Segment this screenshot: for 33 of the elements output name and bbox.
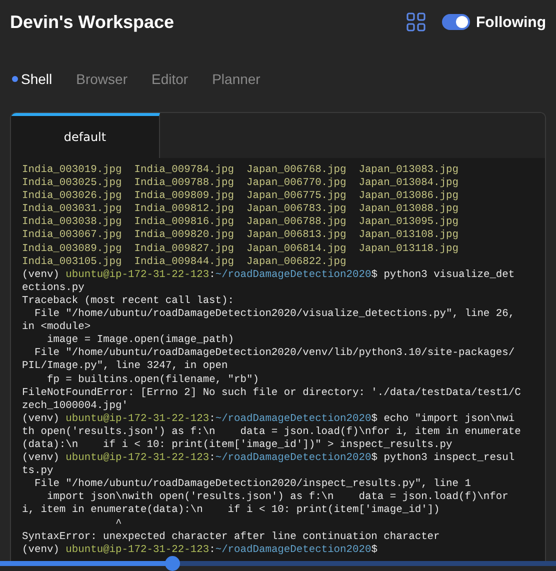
- terminal-line: India_003105.jpg India_009844.jpg Japan_006822.jpg: [22, 256, 348, 269]
- workspace-title: Devin's Workspace: [10, 12, 174, 32]
- following-label: Following: [476, 14, 546, 30]
- terminal-line: ^: [114, 518, 123, 531]
- terminal-line: India_003067.jpg India_009820.jpg Japan_006813.jpg Japan_013108.jpg: [22, 229, 460, 243]
- terminal-line: image = Image.open(image_path): [46, 334, 236, 348]
- terminal-line: India_003038.jpg India_009816.jpg Japan_006788.jpg Japan_013095.jpg: [22, 216, 460, 230]
- view-tab[interactable]: Editor: [152, 71, 188, 87]
- terminal-prompt-line: (venv) ubuntu@ip-172-31-22-123:~/roadDamageDetection2020$ echo "import json\nwith open('results.json') as f:\n data = json.load(f)\nfor i, item in enumerate(data):\n if i < 10: print(item['image_id'])" > inspect_results.py: [22, 412, 521, 452]
- terminal-line: Traceback (most recent call last):: [22, 294, 236, 308]
- terminal-tab[interactable]: default: [11, 113, 160, 158]
- terminal-line: FileNotFoundError: [Errno 2] No such file or directory: './data/testData/test1/Czech_1000004.jpg': [22, 386, 521, 413]
- terminal-prompt-line: (venv) ubuntu@ip-172-31-22-123:~/roadDamageDetection2020$ python3 inspect_results.py: [22, 452, 516, 478]
- following-toggle[interactable]: [442, 14, 470, 30]
- progress-slider[interactable]: [0, 556, 556, 571]
- terminal-line: SyntaxError: unexpected character after line continuation character: [22, 530, 441, 544]
- progress-handle[interactable]: [165, 556, 180, 571]
- terminal-line: import json\nwith open('results.json') as f:\n data = json.load(f)\nfor i, item in enumerate(data):\n if i < 10: print(item['image_id']): [22, 491, 510, 518]
- terminal-line: in <module>: [22, 321, 92, 334]
- grid-icon[interactable]: [406, 12, 426, 32]
- terminal-prompt-line: (venv) ubuntu@ip-172-31-22-123:~/roadDamageDetection2020$: [22, 544, 378, 557]
- terminal-prompt-line: (venv) ubuntu@ip-172-31-22-123:~/roadDamageDetection2020$ python3 visualize_detections.py: [22, 268, 516, 295]
- view-tab[interactable]: Shell: [12, 71, 52, 87]
- terminal-line: India_003019.jpg India_009784.jpg Japan_006768.jpg Japan_013083.jpg: [22, 164, 460, 178]
- terminal-line: File "/home/ubuntu/roadDamageDetection2020/visualize_detections.py", line 26,: [33, 308, 516, 322]
- terminal-line: India_003026.jpg India_009809.jpg Japan_006775.jpg Japan_013086.jpg: [22, 190, 460, 204]
- view-tab[interactable]: Browser: [76, 71, 128, 87]
- terminal-line: File "/home/ubuntu/roadDamageDetection2020/inspect_results.py", line 1: [33, 478, 472, 492]
- terminal-line: India_003025.jpg India_009788.jpg Japan_006770.jpg Japan_013084.jpg: [22, 177, 460, 190]
- terminal-line: fp = builtins.open(filename, "rb"): [46, 374, 260, 387]
- terminal-line: India_003031.jpg India_009812.jpg Japan_006783.jpg Japan_013088.jpg: [22, 203, 460, 216]
- terminal-line: India_003089.jpg India_009827.jpg Japan_006814.jpg Japan_013118.jpg: [22, 242, 460, 256]
- view-tab[interactable]: Planner: [212, 71, 260, 87]
